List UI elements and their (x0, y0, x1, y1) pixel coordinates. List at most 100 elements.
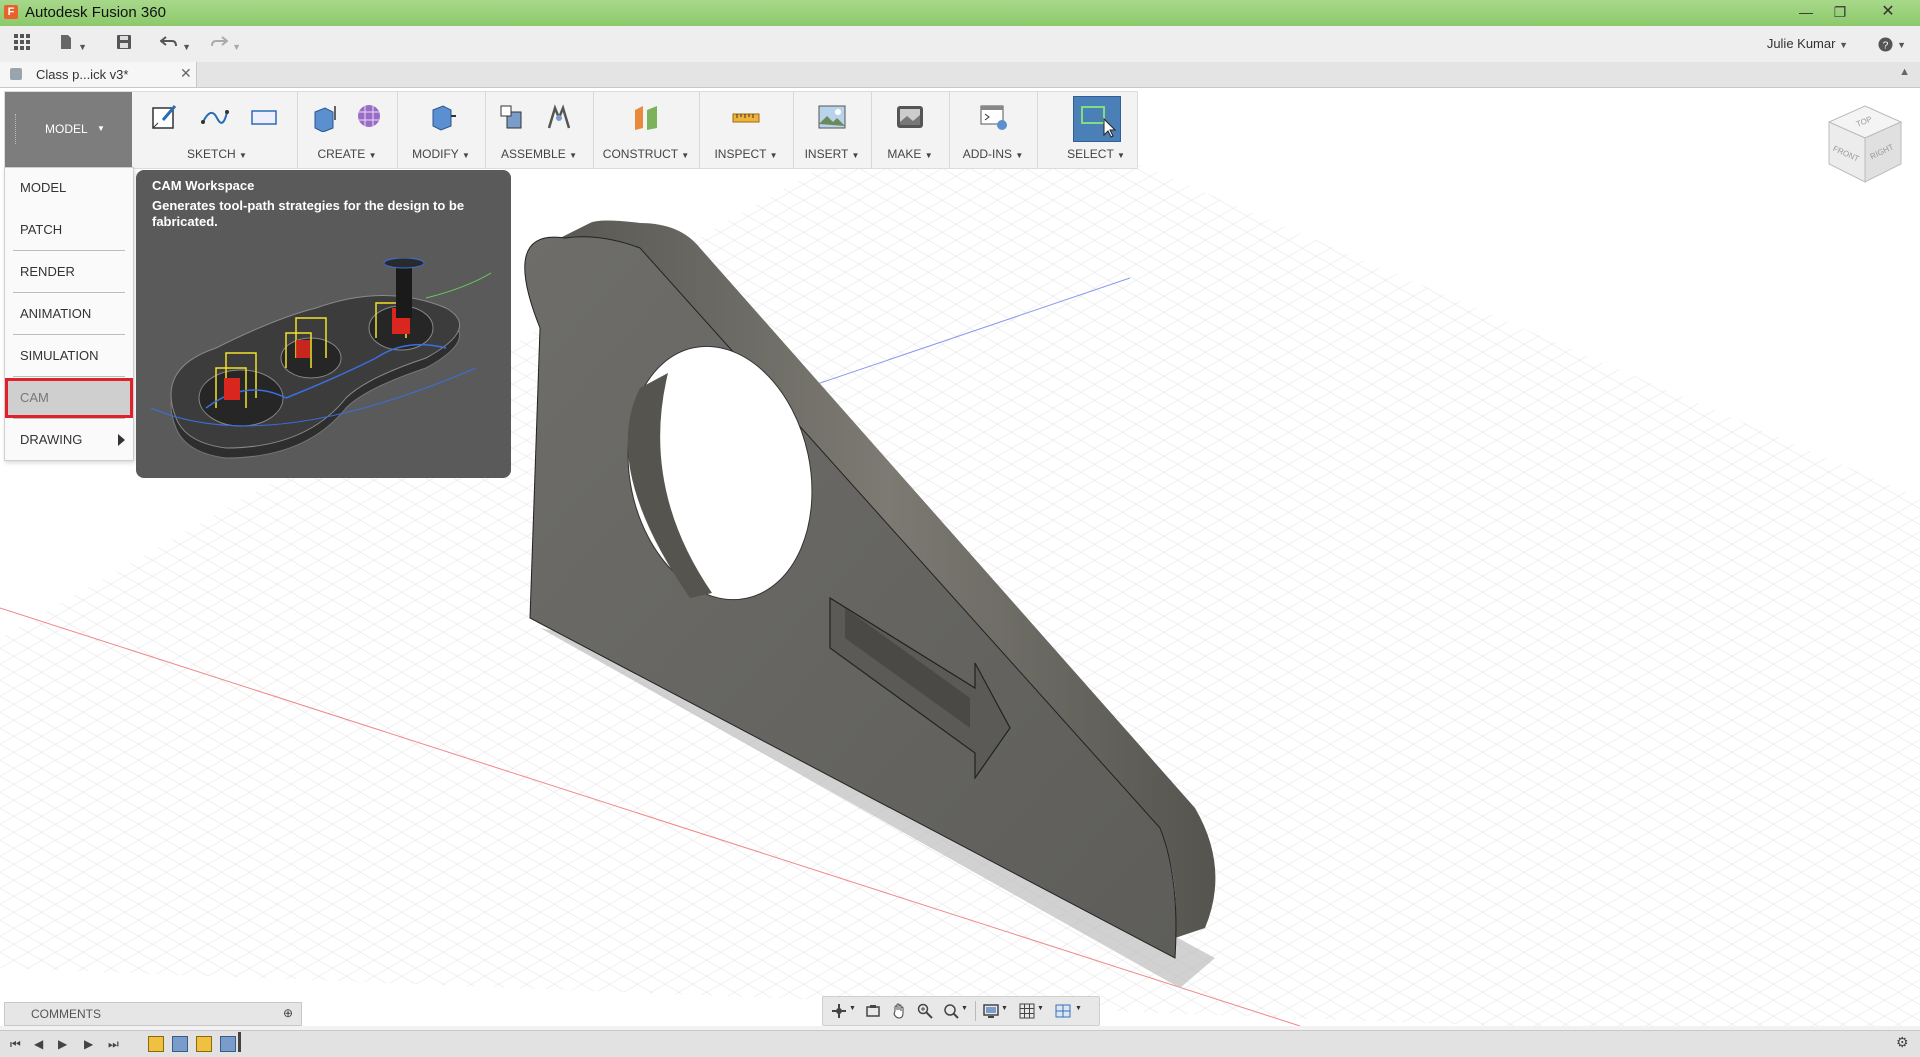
play-icon[interactable]: ▶ (58, 1037, 67, 1051)
window-select-icon (1081, 106, 1117, 138)
cam-toolpath-illustration (150, 258, 492, 459)
modify-label: MODIFY (412, 147, 459, 161)
sketch-group[interactable]: SKETCH ▼ (137, 92, 298, 168)
file-menu-button[interactable]: ▼ (58, 34, 87, 54)
main-toolbar: MODEL ▼ SKETCH ▼ CREATE ▼ MODIFY ▼ ASSEM… (4, 91, 1138, 169)
submenu-arrow-icon (118, 434, 125, 446)
fit-zoom-icon[interactable] (943, 1003, 959, 1019)
workspace-switcher-button[interactable]: MODEL ▼ (5, 92, 132, 168)
ws-item-simulation[interactable]: SIMULATION (5, 336, 133, 376)
zoom-icon[interactable] (917, 1003, 933, 1019)
joint-icon[interactable] (545, 102, 575, 132)
go-to-start-icon[interactable]: ⏮ (10, 1037, 21, 1052)
ws-item-patch[interactable]: PATCH (5, 210, 133, 250)
render-image-icon[interactable] (895, 102, 925, 132)
display-settings-icon[interactable] (983, 1003, 999, 1019)
close-tab-icon[interactable]: ✕ (180, 65, 192, 82)
pan-icon[interactable] (891, 1003, 907, 1019)
add-ins-group[interactable]: ADD-INS ▼ (949, 92, 1038, 168)
form-icon[interactable] (355, 102, 385, 132)
chevron-down-icon: ▼ (851, 151, 860, 160)
step-forward-icon[interactable]: ▶ (84, 1037, 93, 1051)
comments-panel[interactable]: COMMENTS ⊕ (4, 1002, 302, 1026)
viewports-icon[interactable] (1055, 1003, 1071, 1019)
timeline-feature-icon[interactable] (220, 1036, 236, 1052)
save-button[interactable] (116, 34, 132, 54)
measure-icon[interactable] (731, 102, 761, 132)
undo-button[interactable]: ▼ (159, 34, 192, 54)
look-at-icon[interactable] (865, 1003, 881, 1019)
title-bar: F Autodesk Fusion 360 — ❐ ✕ (0, 0, 1920, 26)
minimize-icon[interactable]: — (1792, 2, 1820, 22)
help-menu[interactable]: ? ▼ (1878, 35, 1906, 52)
menu-divider (13, 376, 125, 377)
ws-item-label: RENDER (20, 264, 75, 279)
make-group[interactable]: MAKE ▼ (871, 92, 950, 168)
ws-item-render[interactable]: RENDER (5, 252, 133, 292)
chevron-down-icon[interactable]: ▼ (961, 1005, 968, 1012)
offset-plane-icon[interactable] (631, 102, 661, 132)
add-comment-icon[interactable]: ⊕ (283, 1006, 293, 1020)
assemble-label: ASSEMBLE (501, 147, 566, 161)
quick-access-toolbar: ▼ ▼ ▼ Julie Kumar ▼ ? ▼ (0, 26, 1920, 63)
modify-group[interactable]: MODIFY ▼ (397, 92, 486, 168)
assemble-group[interactable]: ASSEMBLE ▼ (485, 92, 594, 168)
timeline-bar: ⏮ ◀ ▶ ▶ ⏭ ⚙ (0, 1030, 1920, 1057)
insert-group[interactable]: INSERT ▼ (793, 92, 872, 168)
gear-icon[interactable]: ⚙ (1896, 1034, 1909, 1051)
menu-divider (13, 250, 125, 251)
cam-workspace-tooltip: CAM Workspace Generates tool-path strate… (136, 170, 511, 478)
ws-item-drawing[interactable]: DRAWING (5, 420, 133, 460)
drag-handle-icon (15, 114, 19, 144)
chevron-down-icon: ▼ (182, 42, 192, 52)
scripts-addins-icon[interactable] (979, 102, 1009, 132)
chevron-down-icon: ▼ (924, 151, 933, 160)
orbit-icon[interactable] (831, 1003, 847, 1019)
create-sketch-icon[interactable] (149, 102, 179, 132)
inspect-label: INSPECT (714, 147, 767, 161)
step-back-icon[interactable]: ◀ (34, 1037, 43, 1051)
ws-item-animation[interactable]: ANIMATION (5, 294, 133, 334)
chevron-down-icon[interactable]: ▼ (849, 1005, 856, 1012)
timeline-feature-icon[interactable] (196, 1036, 212, 1052)
workspace-menu: MODEL PATCH RENDER ANIMATION SIMULATION … (4, 167, 134, 461)
chevron-down-icon[interactable]: ▼ (1037, 1005, 1044, 1012)
timeline-marker[interactable] (238, 1032, 241, 1052)
grid-settings-icon[interactable] (1019, 1003, 1035, 1019)
spline-icon[interactable] (199, 102, 229, 132)
close-icon[interactable]: ✕ (1874, 2, 1902, 22)
chevron-down-icon: ▼ (569, 151, 577, 160)
inspect-group[interactable]: INSPECT ▼ (699, 92, 794, 168)
view-cube[interactable]: TOP FRONT RIGHT (1825, 102, 1905, 188)
app-grid-icon[interactable] (14, 34, 30, 54)
ws-item-label: DRAWING (20, 432, 83, 447)
chevron-down-icon: ▼ (1839, 40, 1848, 50)
insert-image-icon[interactable] (817, 102, 847, 132)
go-to-end-icon[interactable]: ⏭ (108, 1037, 119, 1052)
timeline-feature-icon[interactable] (172, 1036, 188, 1052)
select-group[interactable]: SELECT ▼ (1037, 92, 1127, 168)
new-component-icon[interactable] (499, 102, 529, 132)
select-tool-active[interactable] (1073, 96, 1121, 142)
chevron-down-icon: ▼ (97, 124, 105, 133)
collapse-tabs-icon[interactable]: ▲ (1899, 66, 1910, 78)
restore-icon[interactable]: ❐ (1826, 2, 1854, 22)
construct-label: CONSTRUCT (602, 147, 678, 161)
user-menu[interactable]: Julie Kumar ▼ (1767, 36, 1848, 51)
chevron-down-icon[interactable]: ▼ (1001, 1005, 1008, 1012)
ws-item-cam[interactable]: CAM (5, 378, 133, 418)
press-pull-icon[interactable] (427, 102, 457, 132)
redo-button[interactable]: ▼ (210, 34, 241, 54)
document-tab-bar: Class p...ick v3* ✕ ▲ (0, 62, 1920, 88)
ws-item-model[interactable]: MODEL (5, 168, 133, 208)
construct-group[interactable]: CONSTRUCT ▼ (593, 92, 700, 168)
view-cube-graphic: TOP FRONT RIGHT (1827, 105, 1903, 183)
redo-icon (211, 36, 229, 47)
extrude-icon[interactable] (309, 102, 339, 132)
timeline-feature-icon[interactable] (148, 1036, 164, 1052)
chevron-down-icon[interactable]: ▼ (1075, 1005, 1082, 1012)
create-group[interactable]: CREATE ▼ (297, 92, 398, 168)
rectangle-icon[interactable] (249, 102, 279, 132)
document-tab[interactable]: Class p...ick v3* ✕ (0, 62, 197, 87)
create-label: CREATE (317, 147, 366, 161)
